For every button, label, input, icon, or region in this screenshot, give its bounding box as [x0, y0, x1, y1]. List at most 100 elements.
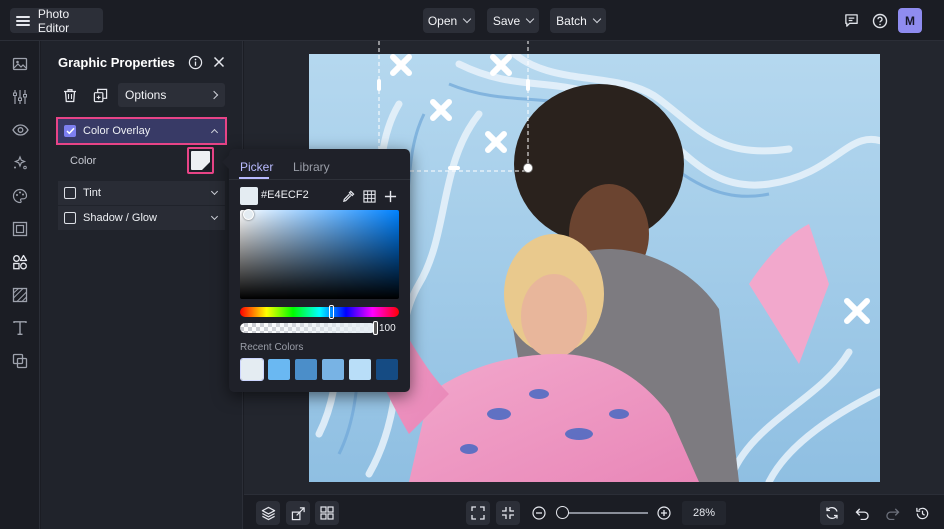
history-button[interactable]	[910, 501, 934, 525]
recent-color-swatch[interactable]	[268, 359, 290, 380]
saturation-value-area[interactable]	[240, 210, 399, 299]
overlay-color-swatch[interactable]	[187, 147, 214, 174]
eyedropper-button[interactable]	[339, 187, 357, 205]
options-button[interactable]: Options	[118, 83, 225, 107]
recent-color-swatch[interactable]	[295, 359, 317, 380]
frame-tool-icon[interactable]	[11, 220, 29, 238]
current-color-swatch	[240, 187, 258, 205]
panel-title: Graphic Properties	[58, 55, 176, 70]
resize-icon	[291, 506, 305, 520]
effects-tool-icon[interactable]	[11, 154, 29, 172]
plus-icon	[384, 190, 396, 202]
collapse-icon	[502, 507, 514, 519]
grid-icon	[362, 189, 376, 203]
options-label: Options	[125, 88, 167, 102]
open-label: Open	[427, 13, 458, 28]
color-label: Color	[70, 155, 97, 167]
saturation-value-handle[interactable]	[243, 209, 254, 220]
text-tool-icon[interactable]	[11, 319, 29, 337]
shadow-glow-checkbox[interactable]	[64, 212, 76, 224]
check-icon	[65, 127, 75, 135]
menu-icon	[16, 15, 30, 26]
grid-view-button[interactable]	[315, 501, 339, 525]
eye-tool-icon[interactable]	[11, 121, 29, 139]
grid-icon	[320, 506, 334, 520]
trash-icon	[64, 88, 76, 102]
swatch-grid-button[interactable]	[360, 187, 378, 205]
color-overlay-checkbox[interactable]	[64, 125, 76, 137]
duplicate-icon	[93, 88, 107, 102]
bottom-toolbar: 28%	[244, 494, 944, 529]
reset-button[interactable]	[820, 501, 844, 525]
adjust-tool-icon[interactable]	[11, 88, 29, 106]
fit-to-screen-button[interactable]	[466, 501, 490, 525]
color-picker-popup: Picker Library #E4ECF2 100 Recent Colors	[222, 149, 410, 392]
zoom-out-button[interactable]	[527, 501, 551, 525]
app-menu-button[interactable]: Photo Editor	[10, 7, 103, 35]
add-color-button[interactable]	[381, 187, 399, 205]
zoom-level[interactable]: 28%	[682, 501, 726, 525]
tint-row[interactable]: Tint	[58, 181, 225, 205]
chevron-right-icon	[209, 90, 219, 100]
info-icon	[188, 55, 202, 69]
layers-button[interactable]	[256, 501, 280, 525]
tool-rail	[0, 41, 40, 529]
recent-color-swatch[interactable]	[349, 359, 371, 380]
hex-input[interactable]: #E4ECF2	[261, 189, 309, 201]
chevron-up-icon	[210, 128, 219, 137]
duplicate-button[interactable]	[88, 83, 112, 107]
texture-tool-icon[interactable]	[11, 286, 29, 304]
recent-colors-label: Recent Colors	[240, 342, 304, 353]
batch-label: Batch	[556, 13, 587, 28]
graphics-tool-icon[interactable]	[11, 253, 29, 271]
color-overlay-label: Color Overlay	[83, 125, 151, 137]
actual-size-button[interactable]	[496, 501, 520, 525]
undo-button[interactable]	[850, 501, 874, 525]
help-button[interactable]	[868, 8, 892, 33]
chevron-down-icon	[462, 14, 472, 24]
layers-tool-icon[interactable]	[11, 352, 29, 370]
tab-picker[interactable]: Picker	[240, 160, 273, 174]
open-menu-button[interactable]: Open	[423, 8, 475, 33]
hue-slider[interactable]	[240, 307, 399, 317]
tint-label: Tint	[83, 187, 101, 199]
user-avatar[interactable]: M	[898, 8, 922, 33]
help-icon	[872, 13, 888, 28]
zoom-in-button[interactable]	[652, 501, 676, 525]
top-bar: Photo Editor Open Save Batch M	[0, 0, 944, 41]
chevron-down-icon	[210, 187, 219, 196]
recent-color-swatch[interactable]	[376, 359, 398, 380]
opacity-slider[interactable]	[240, 323, 376, 333]
zoom-in-icon	[657, 506, 671, 520]
opacity-value[interactable]: 100	[379, 323, 396, 334]
tab-divider	[229, 179, 410, 180]
zoom-slider[interactable]	[562, 512, 648, 514]
layers-icon	[261, 506, 275, 520]
redo-button[interactable]	[880, 501, 904, 525]
info-button[interactable]	[187, 54, 203, 70]
resize-button[interactable]	[286, 501, 310, 525]
shadow-glow-label: Shadow / Glow	[83, 212, 157, 224]
feedback-button[interactable]	[839, 8, 863, 33]
recent-color-swatch[interactable]	[322, 359, 344, 380]
zoom-out-icon	[532, 506, 546, 520]
undo-icon	[855, 507, 869, 520]
color-overlay-row[interactable]: Color Overlay	[56, 117, 227, 145]
chevron-down-icon	[592, 14, 602, 24]
opacity-slider-handle[interactable]	[373, 321, 378, 335]
chevron-down-icon	[210, 212, 219, 221]
tab-library[interactable]: Library	[293, 160, 330, 174]
delete-button[interactable]	[58, 83, 82, 107]
history-icon	[915, 507, 928, 519]
shadow-glow-row[interactable]: Shadow / Glow	[58, 206, 225, 230]
zoom-slider-handle[interactable]	[556, 506, 569, 519]
chevron-down-icon	[525, 14, 535, 24]
recent-color-swatch[interactable]	[240, 358, 264, 381]
hue-slider-handle[interactable]	[329, 305, 334, 319]
image-tool-icon[interactable]	[11, 55, 29, 73]
paint-tool-icon[interactable]	[11, 187, 29, 205]
close-panel-button[interactable]	[211, 54, 227, 70]
save-menu-button[interactable]: Save	[487, 8, 539, 33]
tint-checkbox[interactable]	[64, 187, 76, 199]
batch-menu-button[interactable]: Batch	[550, 8, 606, 33]
